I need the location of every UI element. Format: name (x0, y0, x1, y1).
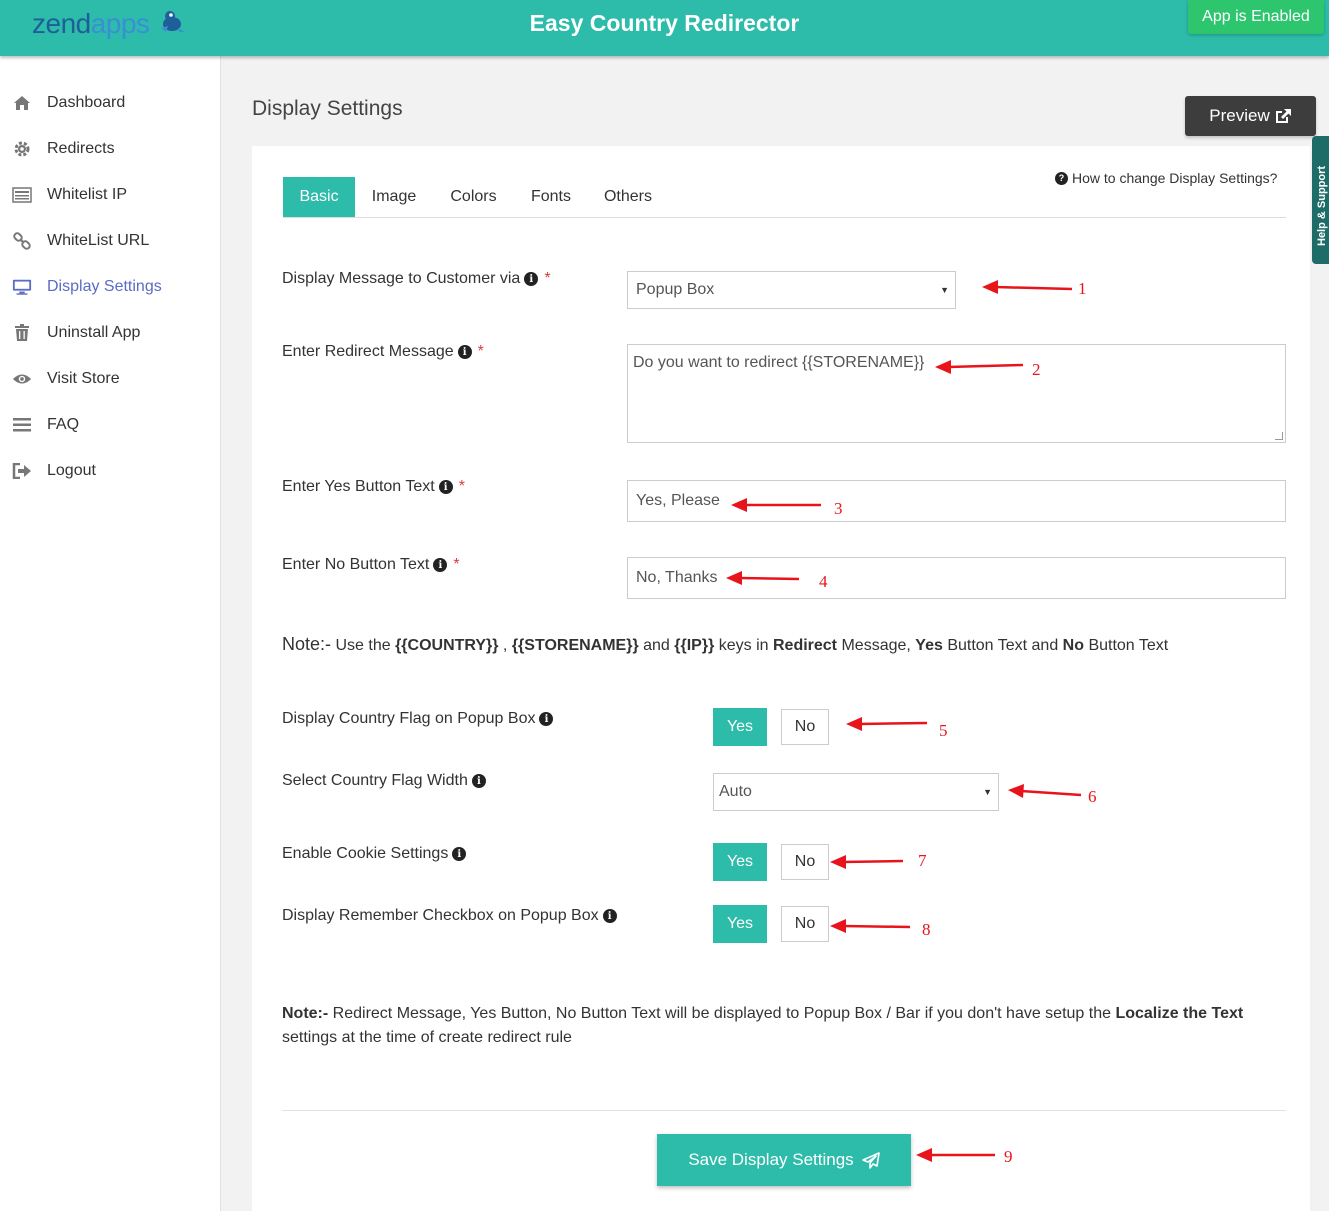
caret-down-icon: ▼ (940, 285, 949, 295)
info-icon: i (433, 558, 448, 572)
info-icon: i (438, 480, 453, 494)
remember-checkbox-label: Display Remember Checkbox on Popup Box i (282, 907, 617, 925)
sidebar-item-whitelist-ip[interactable]: Whitelist IP (0, 175, 221, 215)
no-text-label: Enter No Button Text i * (282, 556, 460, 573)
cookie-yes-button[interactable]: Yes (713, 843, 767, 881)
annotation-number-4: 4 (819, 572, 828, 591)
flag-yes-button[interactable]: Yes (713, 708, 767, 746)
redirect-message-textarea[interactable]: Do you want to redirect {{STORENAME}} (627, 344, 1286, 443)
keys-note: Note:- Use the {{COUNTRY}} , {{STORENAME… (282, 634, 1169, 654)
display-via-label: Display Message to Customer via i * (282, 270, 551, 287)
annotation-number-3: 3 (834, 499, 843, 518)
tabs-divider (283, 217, 1286, 218)
form-divider (282, 1110, 1286, 1111)
eye-icon (12, 369, 32, 389)
annotation-number-9: 9 (1004, 1147, 1013, 1166)
paper-plane-icon (861, 1151, 880, 1169)
tab-image[interactable]: Image (360, 177, 428, 217)
monitor-icon (12, 277, 32, 297)
home-icon (12, 93, 32, 113)
annotation-number-8: 8 (922, 920, 931, 939)
list-icon (12, 185, 32, 205)
howto-link[interactable]: ? How to change Display Settings? (1055, 170, 1277, 186)
cookie-settings-label: Enable Cookie Settings i (282, 845, 467, 863)
yes-text-input[interactable]: Yes, Please (627, 480, 1286, 522)
flag-no-button[interactable]: No (781, 709, 829, 745)
info-icon: i (452, 847, 467, 861)
info-icon: i (457, 345, 472, 359)
redirect-message-label: Enter Redirect Message i * (282, 343, 484, 360)
sidebar-item-display-settings[interactable]: Display Settings (0, 267, 221, 307)
annotation-number-1: 1 (1078, 279, 1087, 298)
annotation-number-2: 2 (1032, 360, 1041, 379)
sidebar-item-redirects[interactable]: Redirects (0, 129, 221, 169)
resize-handle-icon[interactable] (1275, 432, 1283, 440)
tab-others[interactable]: Others (592, 177, 664, 217)
annotation-number-6: 6 (1088, 787, 1097, 806)
sidebar-item-dashboard[interactable]: Dashboard (0, 83, 221, 123)
page-title: Display Settings (252, 97, 403, 120)
yes-text-label: Enter Yes Button Text i * (282, 478, 465, 495)
flag-width-label: Select Country Flag Width i (282, 772, 486, 790)
flag-width-select[interactable]: Auto ▼ (713, 773, 999, 811)
menu-icon (12, 415, 32, 435)
remember-no-button[interactable]: No (781, 906, 829, 942)
info-icon: i (539, 712, 554, 726)
sidebar-item-uninstall-app[interactable]: Uninstall App (0, 313, 221, 353)
info-icon: i (524, 272, 539, 286)
gear-icon (12, 139, 32, 159)
remember-yes-button[interactable]: Yes (713, 905, 767, 943)
preview-button[interactable]: Preview (1185, 96, 1316, 136)
no-text-input[interactable]: No, Thanks (627, 557, 1286, 599)
annotation-number-5: 5 (939, 721, 948, 740)
sidebar-item-whitelist-url[interactable]: WhiteList URL (0, 221, 221, 261)
link-icon (12, 231, 32, 251)
caret-down-icon: ▼ (983, 787, 992, 797)
sidebar-item-faq[interactable]: FAQ (0, 405, 221, 445)
country-flag-label: Display Country Flag on Popup Box i (282, 710, 554, 728)
app-title: Easy Country Redirector (529, 10, 800, 36)
info-icon: i (471, 774, 486, 788)
trash-icon (12, 323, 32, 343)
help-support-tab[interactable]: Help & Support (1312, 136, 1329, 264)
sidebar-item-logout[interactable]: Logout (0, 451, 221, 491)
localize-note: Note:- Redirect Message, Yes Button, No … (282, 1005, 1244, 1046)
tab-fonts[interactable]: Fonts (518, 177, 584, 217)
logout-icon (12, 461, 32, 481)
app-header: zendapps Easy Country Redirector App is … (0, 0, 1329, 56)
tab-colors[interactable]: Colors (436, 177, 511, 217)
annotation-number-7: 7 (918, 851, 927, 870)
display-via-select[interactable]: Popup Box ▼ (627, 271, 956, 309)
info-icon: i (602, 909, 617, 923)
tab-basic[interactable]: Basic (283, 177, 355, 217)
question-circle-icon: ? (1055, 171, 1068, 185)
sidebar-item-visit-store[interactable]: Visit Store (0, 359, 221, 399)
save-display-settings-button[interactable]: Save Display Settings (657, 1134, 911, 1186)
app-enabled-button[interactable]: App is Enabled (1188, 0, 1324, 34)
cookie-no-button[interactable]: No (781, 844, 829, 880)
external-link-icon (1275, 109, 1291, 123)
